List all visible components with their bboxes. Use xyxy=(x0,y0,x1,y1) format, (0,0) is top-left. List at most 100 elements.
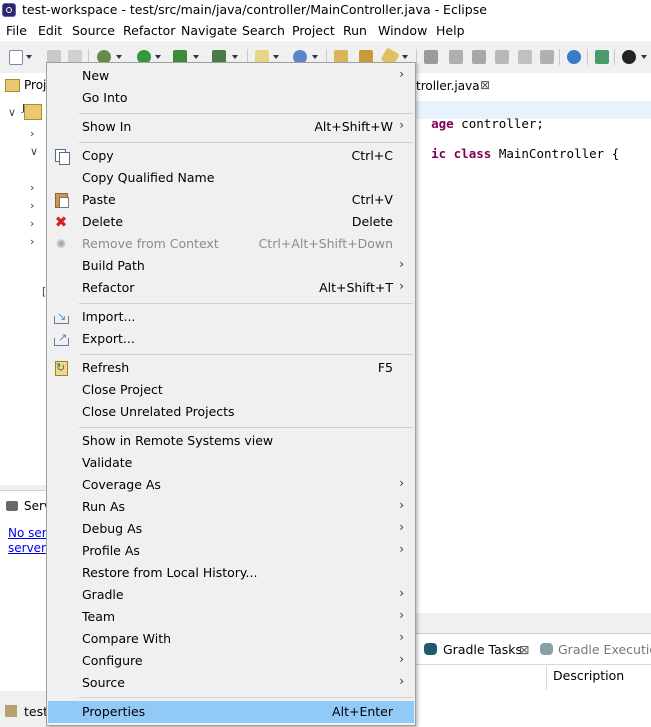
menu-item-debug-as[interactable]: Debug As › xyxy=(48,518,414,540)
menu-item-refactor[interactable]: Refactor Alt+Shift+T › xyxy=(48,277,414,299)
menu-item-restore-local-history[interactable]: Restore from Local History... xyxy=(48,562,414,584)
gradle-icon xyxy=(540,643,553,655)
project-icon xyxy=(5,705,17,717)
new-java-project-dropdown-icon[interactable] xyxy=(273,55,279,59)
menu-search[interactable]: Search xyxy=(242,23,285,38)
menu-item-close-project[interactable]: Close Project xyxy=(48,379,414,401)
menu-item-show-in[interactable]: Show In Alt+Shift+W › xyxy=(48,116,414,138)
menu-item-import[interactable]: ↘ Import... xyxy=(48,306,414,328)
submenu-arrow-icon: › xyxy=(399,608,404,622)
menu-item-coverage-as[interactable]: Coverage As › xyxy=(48,474,414,496)
submenu-arrow-icon: › xyxy=(399,542,404,556)
collapsed-twisty-icon[interactable]: › xyxy=(30,127,34,140)
package-explorer-view: ∨ › ∨ › › › › [ xyxy=(0,73,47,485)
next-annotation-icon[interactable] xyxy=(518,50,532,64)
menu-help[interactable]: Help xyxy=(436,23,465,38)
menu-file[interactable]: File xyxy=(6,23,27,38)
code-line-1[interactable]: age controller; xyxy=(416,101,651,131)
remove-context-icon: ✺ xyxy=(55,237,67,251)
run-dropdown-icon[interactable] xyxy=(155,55,161,59)
collapsed-twisty-icon[interactable]: › xyxy=(30,217,34,230)
bottom-left-tab[interactable]: test xyxy=(0,697,48,726)
paragraph-icon[interactable] xyxy=(540,50,554,64)
user-icon[interactable] xyxy=(622,50,636,64)
menu-refactor[interactable]: Refactor xyxy=(123,23,175,38)
globe-icon[interactable] xyxy=(567,50,581,64)
submenu-arrow-icon: › xyxy=(399,67,404,81)
gradle-executions-tab[interactable]: Gradle Executions xyxy=(558,642,651,657)
menu-item-team[interactable]: Team › xyxy=(48,606,414,628)
external-tools-dropdown-icon[interactable] xyxy=(232,55,238,59)
pencil-dropdown-icon[interactable] xyxy=(402,55,408,59)
menu-item-profile-as[interactable]: Profile As › xyxy=(48,540,414,562)
user-dropdown-icon[interactable] xyxy=(641,55,647,59)
new-dropdown-icon[interactable] xyxy=(26,55,32,59)
menu-item-refresh[interactable]: ↻ Refresh F5 xyxy=(48,357,414,379)
menu-item-run-as[interactable]: Run As › xyxy=(48,496,414,518)
refresh-icon: ↻ xyxy=(53,360,69,376)
menu-item-copy-qualified-name[interactable]: Copy Qualified Name xyxy=(48,167,414,189)
menu-item-show-in-remote-systems[interactable]: Show in Remote Systems view xyxy=(48,430,414,452)
menu-bar: File Edit Source Refactor Navigate Searc… xyxy=(0,21,651,41)
search-icon[interactable] xyxy=(595,50,609,64)
package-explorer-tab[interactable]: Proj xyxy=(0,73,46,97)
menu-item-export[interactable]: ↗ Export... xyxy=(48,328,414,350)
paste-icon xyxy=(53,192,69,208)
mark-occurrences-icon[interactable] xyxy=(449,50,463,64)
title-bar: test-workspace - test/src/main/java/cont… xyxy=(0,0,651,21)
menu-source[interactable]: Source xyxy=(72,23,115,38)
submenu-arrow-icon: › xyxy=(399,118,404,132)
menu-item-go-into[interactable]: Go Into xyxy=(48,87,414,109)
debug-dropdown-icon[interactable] xyxy=(116,55,122,59)
project-label: J xyxy=(22,103,25,114)
collapsed-twisty-icon[interactable]: › xyxy=(30,199,34,212)
menu-item-source[interactable]: Source › xyxy=(48,672,414,694)
show-whitespace-icon[interactable] xyxy=(472,50,486,64)
menu-item-copy[interactable]: Copy Ctrl+C xyxy=(48,145,414,167)
menu-item-compare-with[interactable]: Compare With › xyxy=(48,628,414,650)
new-class-dropdown-icon[interactable] xyxy=(312,55,318,59)
coverage-dropdown-icon[interactable] xyxy=(193,55,199,59)
gradle-tasks-tab[interactable]: Gradle Tasks xyxy=(443,642,522,657)
toggle-breadcrumb-icon[interactable] xyxy=(424,50,438,64)
menu-project[interactable]: Project xyxy=(292,23,335,38)
code-text: controller; xyxy=(453,116,544,131)
menu-item-close-unrelated-projects[interactable]: Close Unrelated Projects xyxy=(48,401,414,423)
menu-item-remove-from-context[interactable]: ✺ Remove from Context Ctrl+Alt+Shift+Dow… xyxy=(48,233,414,255)
menu-item-paste[interactable]: Paste Ctrl+V xyxy=(48,189,414,211)
submenu-arrow-icon: › xyxy=(399,257,404,271)
editor-tab[interactable]: troller.java ⊠ xyxy=(416,76,516,98)
submenu-arrow-icon: › xyxy=(399,586,404,600)
export-icon: ↗ xyxy=(53,331,69,347)
new-icon[interactable] xyxy=(9,50,23,65)
menu-navigate[interactable]: Navigate xyxy=(181,23,237,38)
menu-item-delete[interactable]: ✖ Delete Delete xyxy=(48,211,414,233)
gradle-icon xyxy=(424,643,437,655)
description-column-header[interactable]: Description xyxy=(553,668,624,683)
menu-item-configure[interactable]: Configure › xyxy=(48,650,414,672)
menu-item-validate[interactable]: Validate xyxy=(48,452,414,474)
code-keyword: class xyxy=(453,146,492,161)
menu-item-properties[interactable]: Properties Alt+Enter xyxy=(48,701,414,723)
gradle-panel: Gradle Tasks ⊠ Gradle Executions Descrip… xyxy=(416,633,651,727)
submenu-arrow-icon: › xyxy=(399,279,404,293)
menu-item-build-path[interactable]: Build Path › xyxy=(48,255,414,277)
menu-run[interactable]: Run xyxy=(343,23,367,38)
package-explorer-icon xyxy=(5,79,20,92)
collapsed-twisty-icon[interactable]: › xyxy=(30,181,34,194)
menu-item-new[interactable]: New › xyxy=(48,65,414,87)
collapsed-twisty-icon[interactable]: › xyxy=(30,235,34,248)
submenu-arrow-icon: › xyxy=(399,476,404,490)
menu-window[interactable]: Window xyxy=(378,23,427,38)
close-tab-icon[interactable]: ⊠ xyxy=(480,78,490,92)
menu-item-gradle[interactable]: Gradle › xyxy=(48,584,414,606)
window-title: test-workspace - test/src/main/java/cont… xyxy=(22,2,487,17)
close-tab-icon[interactable]: ⊠ xyxy=(519,642,529,657)
code-line-2[interactable]: ic class MainController { xyxy=(416,131,619,161)
block-selection-icon[interactable] xyxy=(495,50,509,64)
context-menu: New › Go Into Show In Alt+Shift+W › Copy… xyxy=(46,62,416,726)
expanded-twisty-icon[interactable]: ∨ xyxy=(30,145,38,158)
menu-edit[interactable]: Edit xyxy=(38,23,62,38)
expand-icon[interactable]: ∨ xyxy=(8,106,16,119)
import-icon: ↘ xyxy=(53,309,69,325)
